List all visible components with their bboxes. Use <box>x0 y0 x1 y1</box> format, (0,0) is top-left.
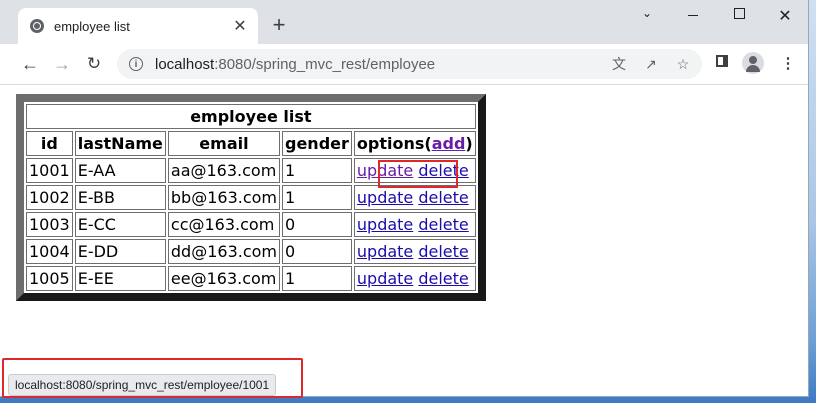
address-bar[interactable]: i localhost:8080/spring_mvc_rest/employe… <box>117 49 702 79</box>
minimize-icon <box>688 14 698 16</box>
table-row: 1005 E-EE ee@163.com 1 update delete <box>26 266 476 291</box>
annotation-highlight-delete <box>378 160 458 188</box>
cell-options: update delete <box>353 239 476 264</box>
header-email: email <box>167 131 280 156</box>
cell-id: 1004 <box>26 239 73 264</box>
cell-lastname: E-EE <box>74 266 166 291</box>
options-close: ) <box>465 134 473 153</box>
maximize-button[interactable] <box>716 6 762 26</box>
cell-id: 1001 <box>26 158 73 183</box>
share-icon[interactable]: ↗ <box>642 55 660 73</box>
header-row: id lastName email gender options(add) <box>26 131 476 156</box>
translate-icon[interactable]: 文 <box>610 55 628 73</box>
cell-gender: 0 <box>282 239 352 264</box>
new-tab-button[interactable]: + <box>268 14 290 36</box>
side-panel-button[interactable] <box>712 54 732 71</box>
add-link[interactable]: add <box>432 134 466 153</box>
update-link[interactable]: update <box>357 215 413 234</box>
cell-id: 1003 <box>26 212 73 237</box>
delete-link[interactable]: delete <box>418 242 468 261</box>
tab-strip: employee list ✕ + ⌄ ✕ <box>0 0 808 44</box>
close-window-button[interactable]: ✕ <box>762 6 808 26</box>
cell-options: update delete <box>353 212 476 237</box>
delete-link[interactable]: delete <box>418 215 468 234</box>
cell-email: dd@163.com <box>167 239 280 264</box>
cell-options: update delete <box>353 266 476 291</box>
header-id: id <box>26 131 73 156</box>
delete-link[interactable]: delete <box>418 269 468 288</box>
options-label: options( <box>356 134 432 153</box>
avatar-head <box>749 56 757 64</box>
avatar-body <box>746 65 760 72</box>
cell-email: aa@163.com <box>167 158 280 183</box>
side-panel-icon <box>716 55 728 67</box>
cell-id: 1005 <box>26 266 73 291</box>
tab-title: employee list <box>54 18 130 34</box>
table-row: 1002 E-BB bb@163.com 1 update delete <box>26 185 476 210</box>
cell-gender: 1 <box>282 266 352 291</box>
cell-lastname: E-CC <box>74 212 166 237</box>
cell-lastname: E-AA <box>74 158 166 183</box>
browser-window: employee list ✕ + ⌄ ✕ ← → ↻ i localhost:… <box>0 0 809 397</box>
browser-toolbar: ← → ↻ i localhost:8080/spring_mvc_rest/e… <box>0 44 808 85</box>
table-row: 1004 E-DD dd@163.com 0 update delete <box>26 239 476 264</box>
update-link[interactable]: update <box>357 269 413 288</box>
back-arrow-icon[interactable]: ← <box>18 52 42 76</box>
annotation-highlight-status <box>2 358 303 398</box>
delete-link[interactable]: delete <box>418 188 468 207</box>
close-tab-icon[interactable]: ✕ <box>228 16 252 36</box>
update-link[interactable]: update <box>357 188 413 207</box>
minimize-button[interactable] <box>670 6 716 26</box>
maximize-icon <box>733 8 745 19</box>
cell-id: 1002 <box>26 185 73 210</box>
cell-options: update delete <box>353 185 476 210</box>
cell-lastname: E-DD <box>74 239 166 264</box>
cell-email: bb@163.com <box>167 185 280 210</box>
url-host: localhost <box>155 55 215 73</box>
globe-icon <box>30 19 44 33</box>
forward-arrow-icon[interactable]: → <box>50 52 74 76</box>
page-content: employee list id lastName email gender o… <box>0 85 808 396</box>
profile-avatar-icon[interactable] <box>742 52 764 74</box>
cell-email: cc@163.com <box>167 212 280 237</box>
cell-gender: 1 <box>282 158 352 183</box>
tab-employee-list[interactable]: employee list ✕ <box>18 8 258 44</box>
more-menu-icon[interactable]: ⋮ <box>778 54 798 72</box>
cell-lastname: E-BB <box>74 185 166 210</box>
tab-search-chevron-icon[interactable]: ⌄ <box>624 6 670 26</box>
header-lastname: lastName <box>74 131 166 156</box>
reload-icon[interactable]: ↻ <box>82 52 106 76</box>
url-path: :8080/spring_mvc_rest/employee <box>214 55 436 73</box>
cell-email: ee@163.com <box>167 266 280 291</box>
cell-gender: 1 <box>282 185 352 210</box>
table-caption: employee list <box>26 104 476 129</box>
table-row: 1003 E-CC cc@163.com 0 update delete <box>26 212 476 237</box>
employee-table: employee list id lastName email gender o… <box>16 94 486 301</box>
bookmark-star-icon[interactable]: ☆ <box>674 55 692 73</box>
cell-gender: 0 <box>282 212 352 237</box>
header-options: options(add) <box>353 131 476 156</box>
update-link[interactable]: update <box>357 242 413 261</box>
site-info-icon[interactable]: i <box>129 57 143 71</box>
header-gender: gender <box>282 131 352 156</box>
